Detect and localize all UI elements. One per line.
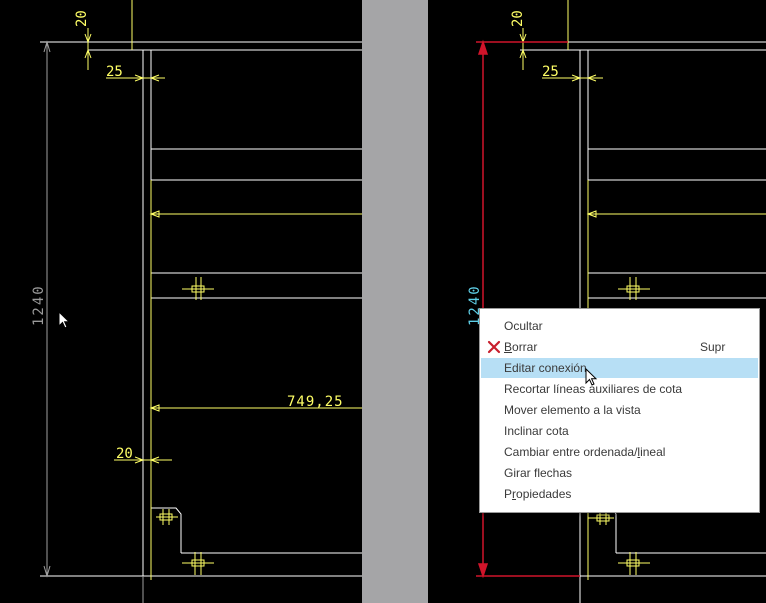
symbol-icon — [618, 552, 650, 575]
menu-item-shortcut: Supr — [700, 340, 726, 354]
symbol-icon — [156, 509, 178, 525]
dim-text-20-top[interactable]: 20 — [74, 10, 90, 27]
menu-item-propiedades[interactable]: Propiedades — [481, 484, 758, 504]
symbol-icon — [618, 277, 650, 300]
symbol-icon — [182, 552, 214, 575]
menu-item-inclinar-cota[interactable]: Inclinar cota — [481, 421, 758, 441]
left-geometry — [40, 41, 362, 603]
dim-text-25[interactable]: 25 — [542, 64, 559, 80]
menu-item-mover-elemento[interactable]: Mover elemento a la vista — [481, 400, 758, 420]
bracket-outline — [151, 507, 182, 553]
dim-text-20-top[interactable]: 20 — [510, 10, 526, 27]
menu-item-recortar-lineas[interactable]: Recortar líneas auxiliares de cota — [481, 379, 758, 399]
menu-item-label: Propiedades — [504, 487, 572, 501]
left-drawing-view[interactable]: 20 25 1240 749,25 20 — [0, 0, 362, 603]
mouse-pointer-icon — [585, 368, 598, 386]
menu-item-label: Editar conexión — [504, 361, 587, 375]
menu-item-label: Ocultar — [504, 319, 543, 333]
left-dimensions — [84, 0, 362, 580]
menu-item-label: Inclinar cota — [504, 424, 569, 438]
dim-text-749-25[interactable]: 749,25 — [287, 394, 344, 410]
symbol-icon — [182, 277, 214, 300]
menu-item-label: Cambiar entre ordenada/lineal — [504, 445, 666, 459]
dim-text-20-bottom[interactable]: 20 — [116, 446, 133, 462]
left-drawing-canvas: 20 25 1240 749,25 20 — [31, 0, 362, 603]
menu-item-cambiar-ordenada[interactable]: Cambiar entre ordenada/lineal — [481, 442, 758, 462]
menu-item-ocultar[interactable]: Ocultar — [481, 316, 758, 336]
menu-item-label: Mover elemento a la vista — [504, 403, 641, 417]
menu-item-editar-conexion[interactable]: Editar conexión — [481, 358, 758, 378]
delete-x-icon — [487, 340, 501, 354]
mouse-pointer-icon — [58, 311, 71, 329]
menu-item-label: Girar flechas — [504, 466, 573, 480]
view-divider — [362, 0, 428, 603]
symbol-icon — [588, 513, 614, 525]
dim-text-1240[interactable]: 1240 — [31, 284, 47, 326]
context-menu: Ocultar Borrar Supr Editar conexión Reco… — [479, 308, 760, 513]
menu-item-label: Borrar — [504, 340, 538, 354]
menu-item-borrar[interactable]: Borrar Supr — [481, 337, 758, 357]
menu-item-girar-flechas[interactable]: Girar flechas — [481, 463, 758, 483]
dim-text-25[interactable]: 25 — [106, 64, 123, 80]
